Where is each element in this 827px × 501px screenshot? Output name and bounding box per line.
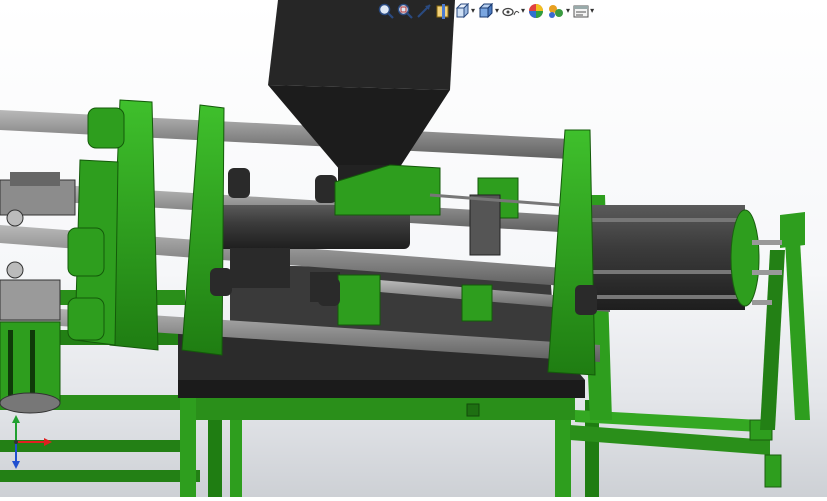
zoom-to-fit-icon	[378, 3, 394, 19]
heads-up-view-toolbar: ▾ ▾ ▾ ▾ ▾	[374, 0, 598, 22]
graphics-area[interactable]: ▾ ▾ ▾ ▾ ▾	[0, 0, 827, 497]
zoom-to-area-icon	[397, 3, 413, 19]
view-settings-button[interactable]: ▾	[573, 1, 594, 21]
y-axis-arrow-head	[12, 415, 20, 423]
section-view-icon	[436, 4, 449, 19]
z-axis-arrow-head	[12, 461, 20, 469]
x-axis-arrow-head	[44, 438, 52, 446]
hide-show-icon	[502, 7, 520, 17]
zoom-to-fit-button[interactable]	[378, 1, 394, 21]
edit-appearance-button[interactable]	[528, 1, 544, 21]
triad-origin	[14, 440, 18, 444]
view-orientation-icon	[455, 3, 470, 19]
previous-view-button[interactable]	[416, 1, 432, 21]
scene-icon	[549, 5, 564, 18]
zoom-to-area-button[interactable]	[397, 1, 413, 21]
reference-triad	[12, 415, 52, 469]
section-view-button[interactable]	[435, 1, 451, 21]
assembly-model[interactable]	[0, 0, 827, 497]
view-orientation-button[interactable]: ▾	[454, 1, 475, 21]
previous-view-icon	[417, 4, 431, 18]
hide-show-items-button[interactable]: ▾	[502, 1, 525, 21]
clamp-cylinder[interactable]	[590, 205, 782, 310]
hopper[interactable]	[268, 0, 455, 216]
display-style-button[interactable]: ▾	[478, 1, 499, 21]
apply-scene-button[interactable]: ▾	[547, 1, 570, 21]
view-settings-icon	[573, 5, 589, 18]
appearance-icon	[529, 4, 544, 18]
display-style-icon	[478, 3, 494, 19]
